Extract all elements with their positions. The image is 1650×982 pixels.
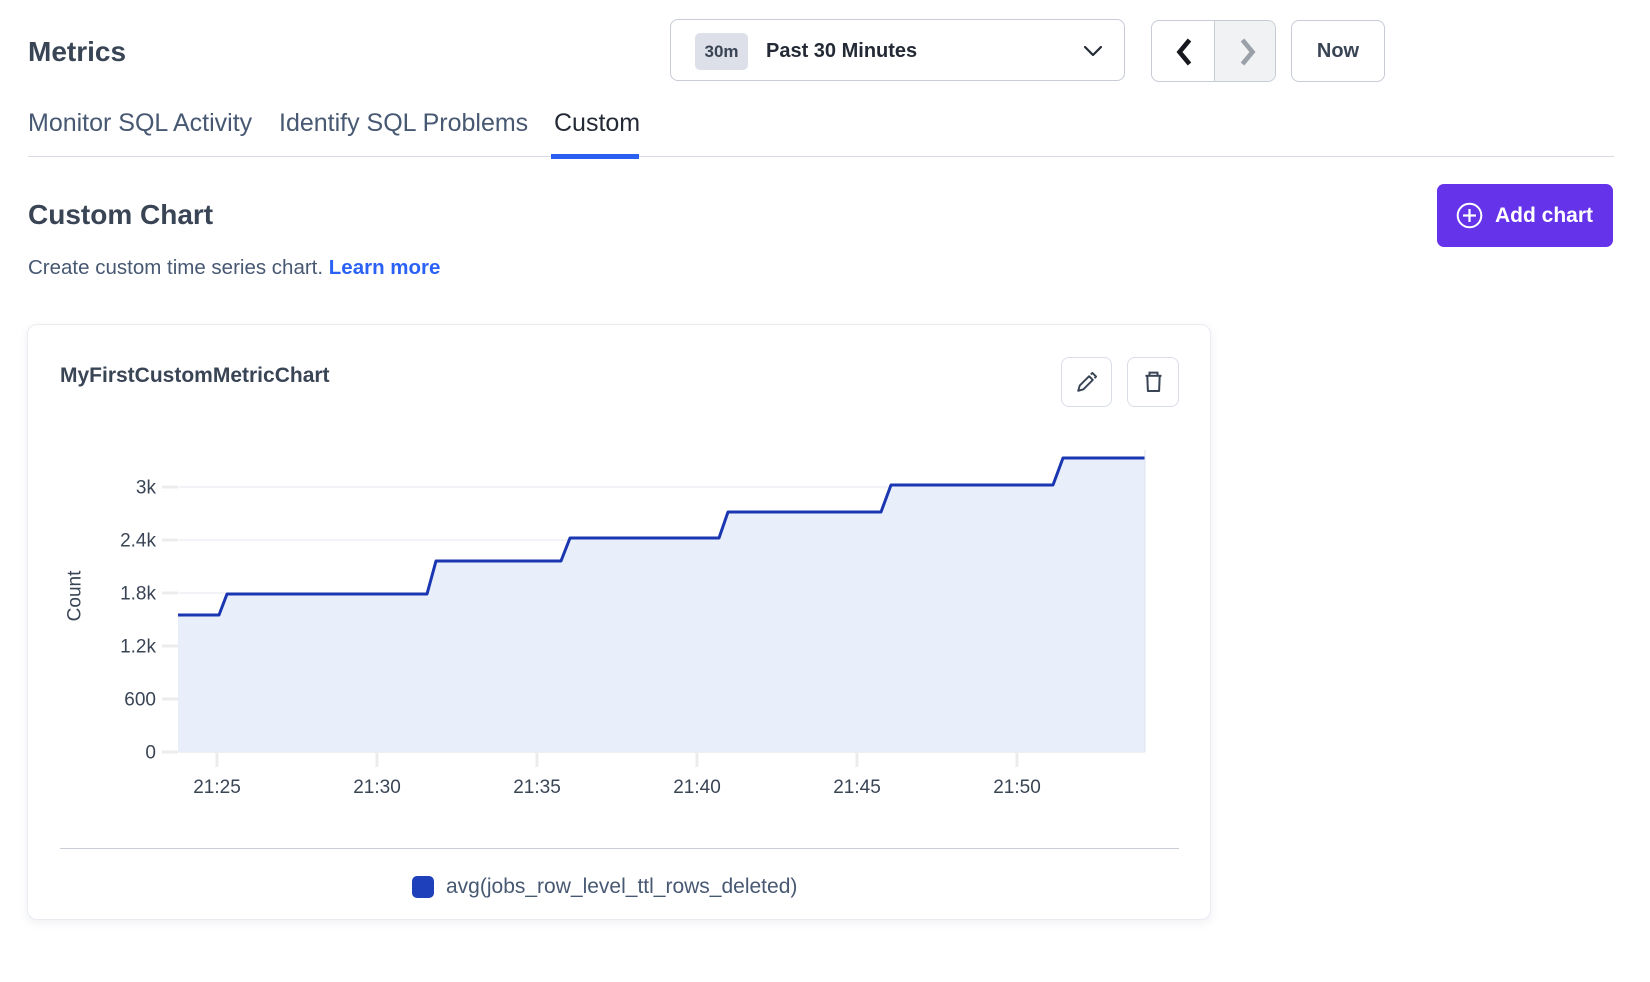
- svg-text:1.8k: 1.8k: [120, 584, 156, 605]
- svg-text:1.2k: 1.2k: [120, 637, 156, 658]
- svg-text:21:40: 21:40: [673, 777, 721, 798]
- svg-text:3k: 3k: [136, 478, 157, 499]
- svg-text:Count: Count: [65, 570, 86, 621]
- svg-text:21:45: 21:45: [833, 777, 881, 798]
- svg-text:21:30: 21:30: [353, 777, 401, 798]
- svg-text:21:25: 21:25: [193, 777, 241, 798]
- svg-text:600: 600: [124, 690, 156, 711]
- svg-text:21:35: 21:35: [513, 777, 561, 798]
- svg-text:21:50: 21:50: [993, 777, 1041, 798]
- svg-text:2.4k: 2.4k: [120, 531, 156, 552]
- svg-text:0: 0: [145, 743, 156, 764]
